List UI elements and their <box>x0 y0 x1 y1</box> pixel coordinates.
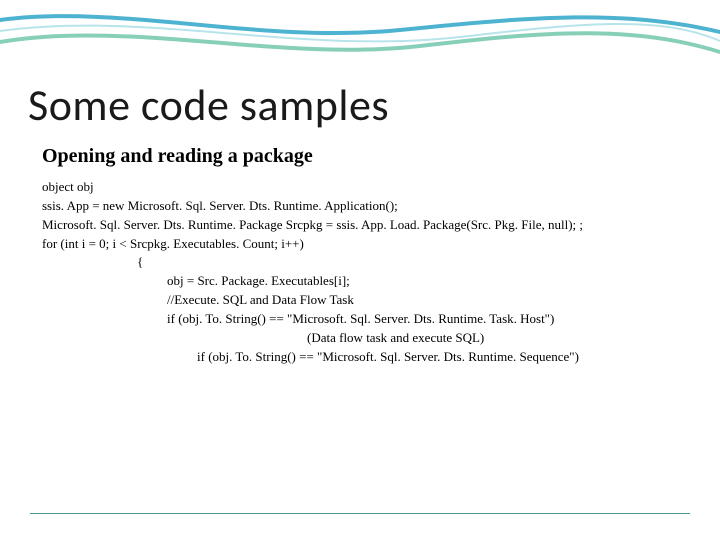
slide: Some code samples Opening and reading a … <box>0 0 720 540</box>
code-line: ssis. App = new Microsoft. Sql. Server. … <box>42 197 690 216</box>
code-line: obj = Src. Package. Executables[i]; <box>42 272 690 291</box>
code-line: object obj <box>42 178 690 197</box>
code-line: (Data flow task and execute SQL) <box>42 329 690 348</box>
wave-decoration <box>0 0 720 90</box>
code-line: for (int i = 0; i < Srcpkg. Executables.… <box>42 235 690 254</box>
code-line: { <box>42 253 690 272</box>
code-line: //Execute. SQL and Data Flow Task <box>42 291 690 310</box>
code-sample: object obj ssis. App = new Microsoft. Sq… <box>42 178 690 366</box>
code-line: if (obj. To. String() == "Microsoft. Sql… <box>42 348 690 367</box>
code-line: if (obj. To. String() == "Microsoft. Sql… <box>42 310 690 329</box>
section-subtitle: Opening and reading a package <box>42 145 313 168</box>
divider <box>30 513 690 514</box>
page-title: Some code samples <box>28 78 389 132</box>
code-line: Microsoft. Sql. Server. Dts. Runtime. Pa… <box>42 216 690 235</box>
